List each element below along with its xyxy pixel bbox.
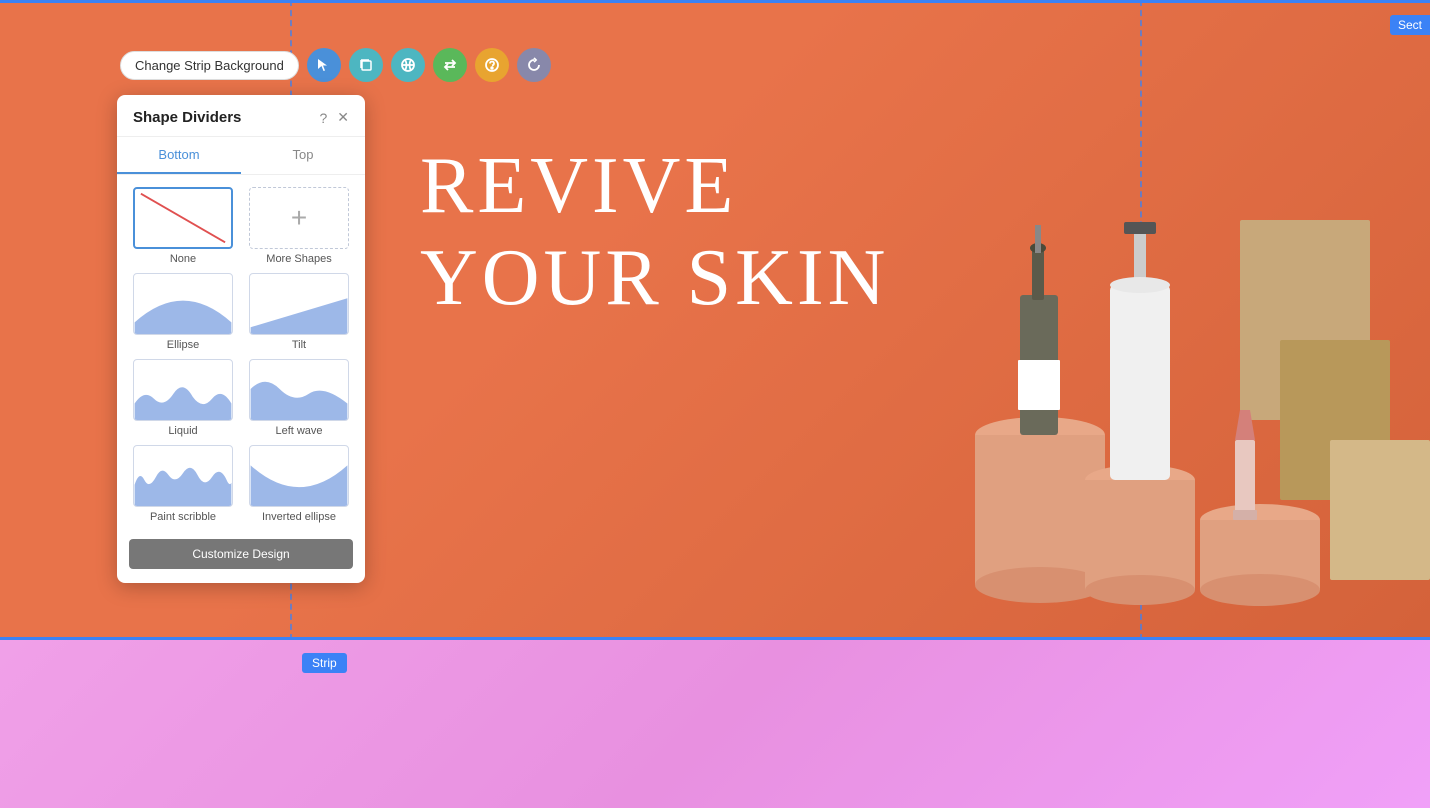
customize-design-button[interactable]: Customize Design [129,539,353,569]
shape-liquid-preview[interactable] [133,359,233,421]
left-wave-svg [250,360,348,420]
hero-bottom-border [0,637,1430,640]
link-icon[interactable] [391,48,425,82]
shape-ellipse[interactable]: Ellipse [129,273,237,351]
help-icon[interactable] [475,48,509,82]
shape-none-label: None [170,253,196,265]
shape-ellipse-preview[interactable] [133,273,233,335]
shape-left-wave-preview[interactable] [249,359,349,421]
shape-tilt-label: Tilt [292,339,306,351]
hero-text: REVIVE YOUR SKIN [420,140,889,324]
shape-liquid-label: Liquid [168,425,197,437]
pink-section [0,640,1430,808]
shapes-grid: None + More Shapes Ellipse [117,175,365,535]
shape-more-label: More Shapes [266,253,331,265]
hero-line1: REVIVE [420,140,889,232]
panel-help-icon[interactable]: ? [319,110,327,126]
ellipse-svg [134,274,232,334]
shape-inverted-ellipse-preview[interactable] [249,445,349,507]
shape-left-wave[interactable]: Left wave [245,359,353,437]
copy-icon[interactable] [349,48,383,82]
panel-header-icons: ? ✕ [319,109,349,126]
inverted-ellipse-svg [250,446,348,506]
shape-left-wave-label: Left wave [275,425,322,437]
panel-tabs: Bottom Top [117,137,365,175]
panel-title: Shape Dividers [133,109,241,126]
none-svg [135,189,231,247]
refresh-icon[interactable] [517,48,551,82]
shape-ellipse-label: Ellipse [167,339,199,351]
tab-bottom[interactable]: Bottom [117,137,241,174]
shape-liquid[interactable]: Liquid [129,359,237,437]
shape-inverted-ellipse-label: Inverted ellipse [262,511,336,523]
shape-paint-scribble-preview[interactable] [133,445,233,507]
tilt-svg [250,274,348,334]
change-bg-button[interactable]: Change Strip Background [120,51,299,80]
shape-inverted-ellipse[interactable]: Inverted ellipse [245,445,353,523]
panel-close-icon[interactable]: ✕ [337,109,349,126]
paint-scribble-svg [134,446,232,506]
liquid-svg [134,360,232,420]
shape-none[interactable]: None [129,187,237,265]
shape-tilt[interactable]: Tilt [245,273,353,351]
tab-top[interactable]: Top [241,137,365,174]
shape-more[interactable]: + More Shapes [245,187,353,265]
top-border [0,0,1430,3]
sect-label: Sect [1390,15,1430,35]
shape-none-preview[interactable] [133,187,233,249]
plus-icon: + [291,202,307,234]
panel-header: Shape Dividers ? ✕ [117,95,365,137]
shape-more-preview[interactable]: + [249,187,349,249]
shape-dividers-panel: Shape Dividers ? ✕ Bottom Top None + Mor… [117,95,365,583]
toolbar: Change Strip Background [120,48,551,82]
shape-tilt-preview[interactable] [249,273,349,335]
hero-line2: YOUR SKIN [420,232,889,324]
product-scene [910,140,1430,640]
strip-label: Strip [302,653,347,673]
pointer-icon[interactable] [307,48,341,82]
shape-paint-scribble[interactable]: Paint scribble [129,445,237,523]
shape-paint-scribble-label: Paint scribble [150,511,216,523]
products-svg [910,140,1430,640]
swap-icon[interactable] [433,48,467,82]
